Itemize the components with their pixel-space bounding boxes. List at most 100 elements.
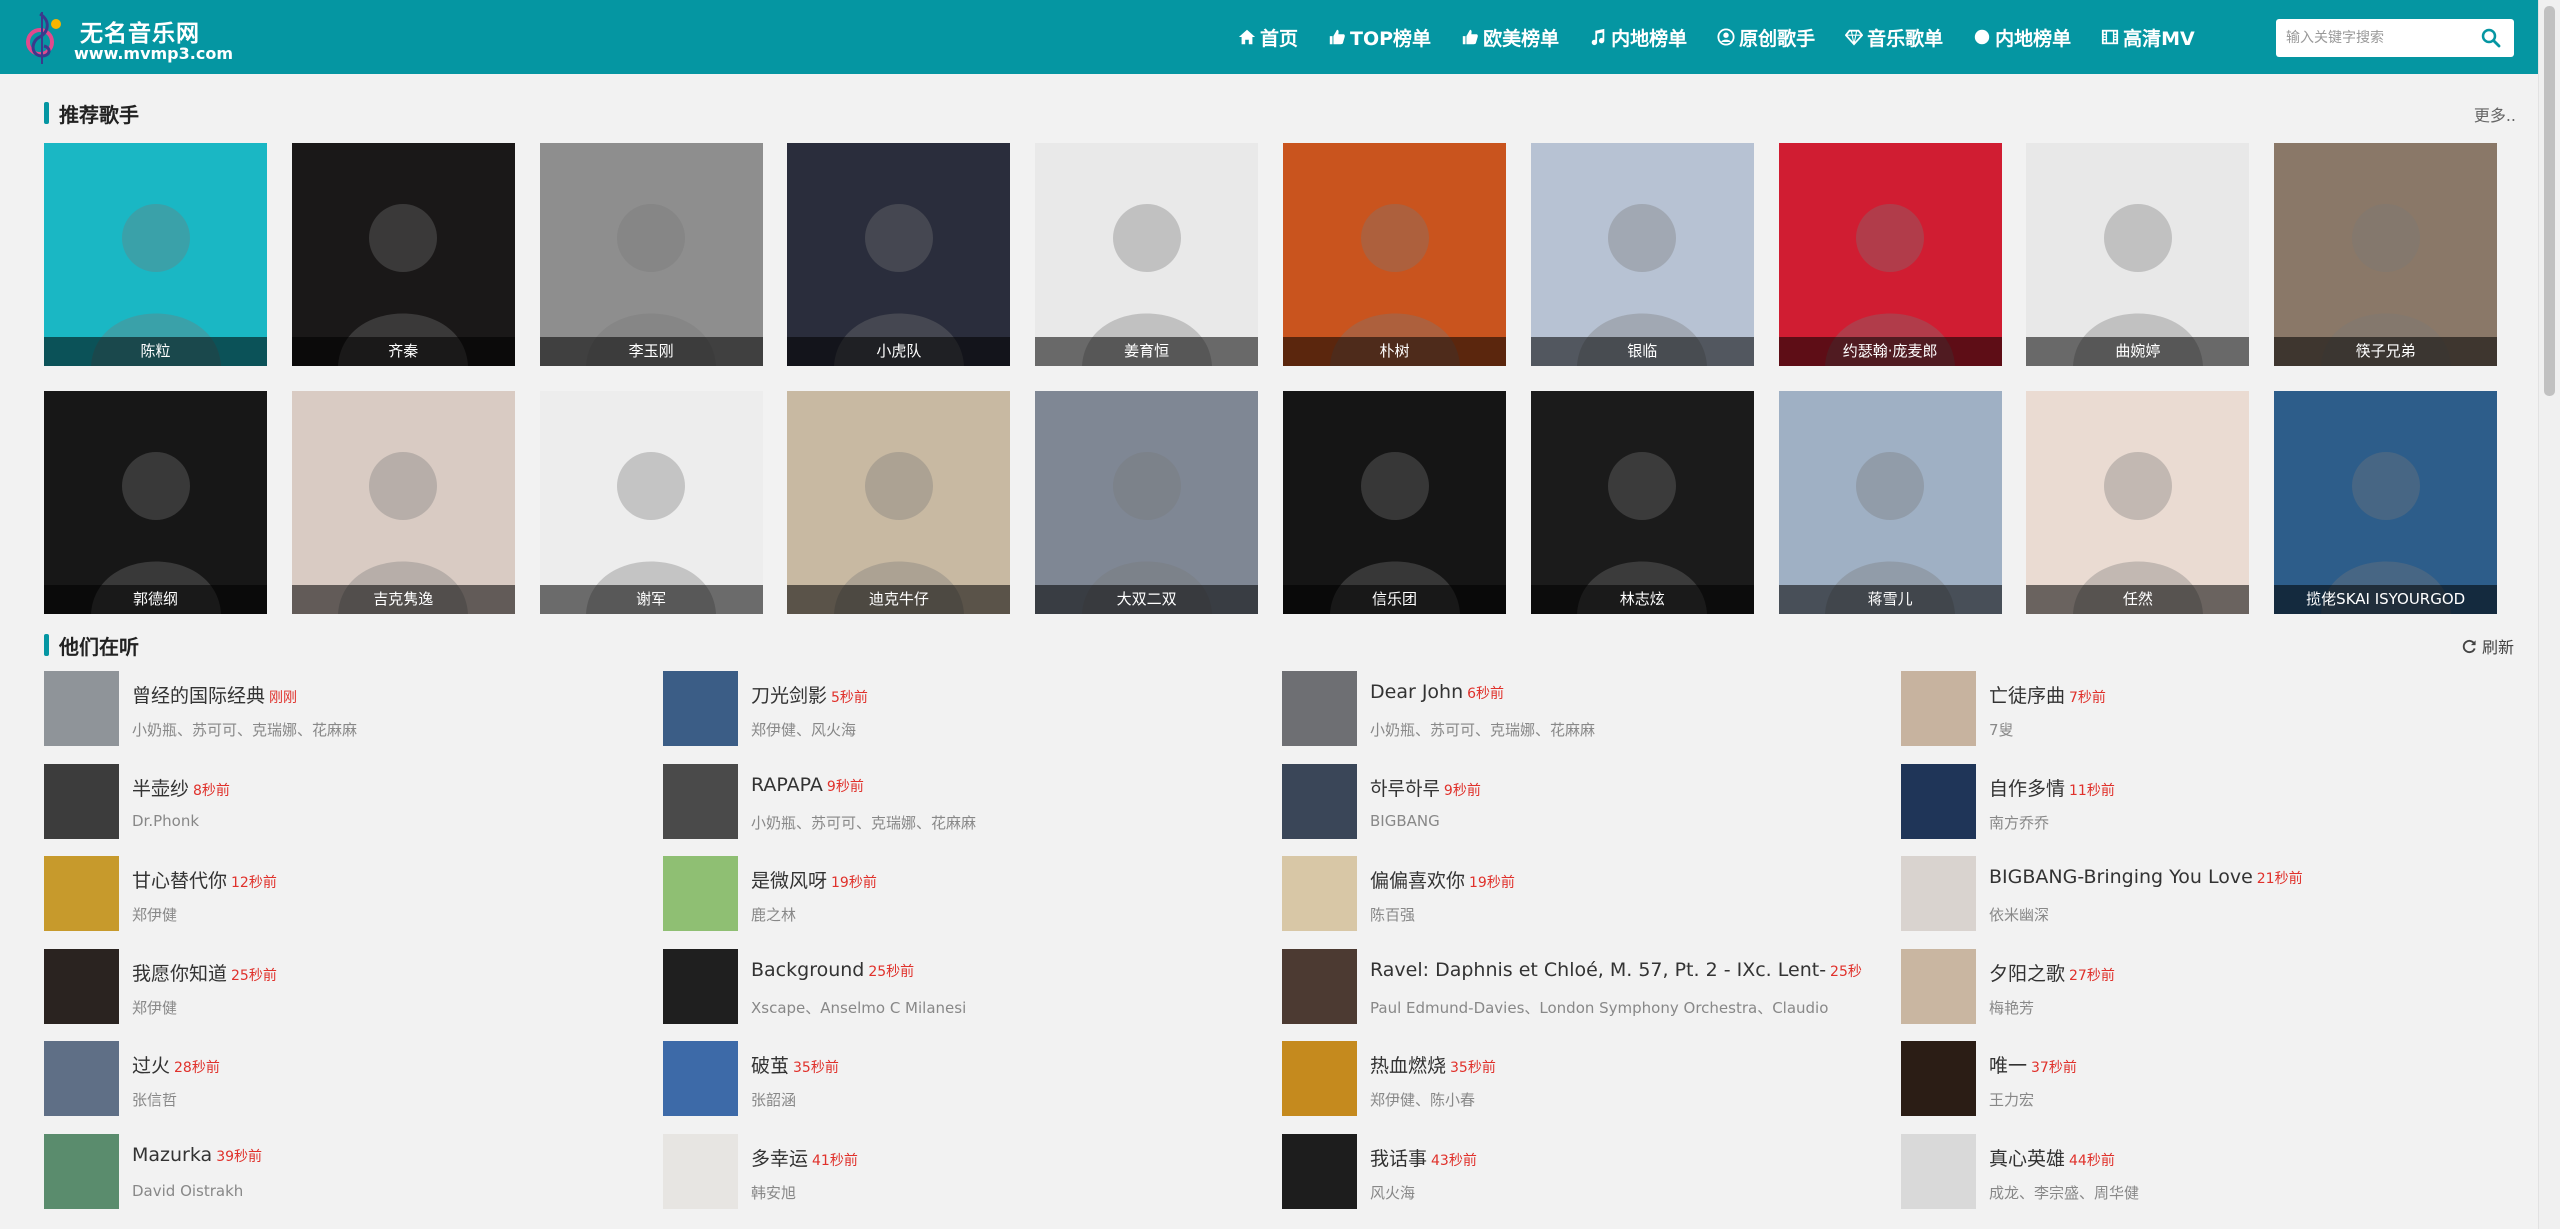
song-title[interactable]: 偏偏喜欢你 [1370, 866, 1465, 893]
listening-item[interactable]: 亡徒序曲 7秒前 7叟 [1901, 671, 2491, 747]
artist-name[interactable]: 南方乔乔 [1989, 812, 2489, 833]
search-button[interactable] [2472, 20, 2510, 56]
song-title[interactable]: 曾经的国际经典 [132, 681, 265, 708]
nav-original-singers[interactable]: 原创歌手 [1717, 24, 1815, 51]
singer-card[interactable]: 曲婉婷 [2026, 143, 2250, 366]
artist-name[interactable]: Paul Edmund-Davies、London Symphony Orche… [1370, 997, 1870, 1018]
song-title[interactable]: 自作多情 [1989, 774, 2065, 801]
nav-hd-mv[interactable]: 高清MV [2101, 24, 2195, 51]
refresh-button[interactable]: 刷新 [2462, 634, 2514, 658]
song-title[interactable]: 我话事 [1370, 1144, 1427, 1171]
listening-item[interactable]: 刀光剑影 5秒前 郑伊健、风火海 [663, 671, 1253, 747]
singer-card[interactable]: 齐秦 [291, 143, 515, 366]
artist-name[interactable]: 风火海 [1370, 1182, 1870, 1203]
singer-card[interactable]: 小虎队 [787, 143, 1011, 366]
artist-name[interactable]: BIGBANG [1370, 812, 1870, 830]
song-title[interactable]: 刀光剑影 [751, 681, 827, 708]
nav-home[interactable]: 首页 [1238, 24, 1298, 51]
listening-item[interactable]: Dear John 6秒前 小奶瓶、苏可可、克瑞娜、花麻麻 [1282, 671, 1872, 747]
listening-item[interactable]: 偏偏喜欢你 19秒前 陈百强 [1282, 856, 1872, 932]
singer-card[interactable]: 姜育恒 [1035, 143, 1259, 366]
listening-item[interactable]: 过火 28秒前 张信哲 [44, 1041, 634, 1117]
listening-item[interactable]: 半壶纱 8秒前 Dr.Phonk [44, 763, 634, 840]
song-title[interactable]: 是微风呀 [751, 866, 827, 893]
listening-item[interactable]: 唯一 37秒前 王力宏 [1901, 1041, 2491, 1117]
song-title[interactable]: RAPAPA [751, 774, 823, 796]
song-title[interactable]: Ravel: Daphnis et Chloé, M. 57, Pt. 2 - … [1370, 959, 1826, 981]
artist-name[interactable]: 王力宏 [1989, 1089, 2489, 1110]
song-title[interactable]: Dear John [1370, 681, 1463, 703]
artist-name[interactable]: 陈百强 [1370, 904, 1870, 925]
listening-item[interactable]: 破茧 35秒前 张韶涵 [663, 1041, 1253, 1117]
search-input[interactable] [2276, 20, 2472, 56]
nav-playlists[interactable]: 音乐歌单 [1845, 24, 1943, 51]
singer-card[interactable]: 陈粒 [44, 143, 267, 366]
singer-card[interactable]: 信乐团 [1283, 391, 1506, 614]
singer-card[interactable]: 蒋雪儿 [1778, 391, 2002, 614]
listening-item[interactable]: 多幸运 41秒前 韩安旭 [663, 1134, 1253, 1210]
artist-name[interactable]: 郑伊健、陈小春 [1370, 1089, 1870, 1110]
artist-name[interactable]: Dr.Phonk [132, 812, 632, 830]
listening-item[interactable]: 自作多情 11秒前 南方乔乔 [1901, 763, 2491, 840]
singer-card[interactable]: 李玉刚 [539, 143, 763, 366]
song-title[interactable]: 过火 [132, 1051, 170, 1078]
artist-name[interactable]: David Oistrakh [132, 1182, 632, 1200]
listening-item[interactable]: Ravel: Daphnis et Chloé, M. 57, Pt. 2 - … [1282, 948, 1872, 1025]
singer-card[interactable]: 任然 [2026, 391, 2250, 614]
song-title[interactable]: 하루하루 [1370, 774, 1440, 801]
page-scrollbar[interactable] [2538, 0, 2560, 1229]
singer-card[interactable]: 银临 [1530, 143, 1754, 366]
listening-item[interactable]: 하루하루 9秒前 BIGBANG [1282, 763, 1872, 840]
singer-card[interactable]: 筷子兄弟 [2274, 143, 2498, 366]
song-title[interactable]: Background [751, 959, 864, 981]
nav-mainland-chart[interactable]: 内地榜单 [1589, 24, 1687, 51]
song-title[interactable]: 热血燃烧 [1370, 1051, 1446, 1078]
site-logo[interactable]: 无名音乐网 www.mvmp3.com [26, 8, 233, 68]
singer-card[interactable]: 谢军 [539, 391, 763, 614]
artist-name[interactable]: 小奶瓶、苏可可、克瑞娜、花麻麻 [1370, 719, 1870, 740]
singer-card[interactable]: 郭德纲 [44, 391, 267, 614]
artist-name[interactable]: 郑伊健 [132, 904, 632, 925]
artist-name[interactable]: 郑伊健、风火海 [751, 719, 1251, 740]
more-singers-link[interactable]: 更多.. [2474, 102, 2516, 126]
song-title[interactable]: 破茧 [751, 1051, 789, 1078]
song-title[interactable]: 夕阳之歌 [1989, 959, 2065, 986]
artist-name[interactable]: 7叟 [1989, 719, 2489, 740]
singer-card[interactable]: 林志炫 [1530, 391, 1754, 614]
listening-item[interactable]: RAPAPA 9秒前 小奶瓶、苏可可、克瑞娜、花麻麻 [663, 763, 1253, 840]
artist-name[interactable]: Xscape、Anselmo C Milanesi [751, 997, 1251, 1018]
artist-name[interactable]: 张信哲 [132, 1089, 632, 1110]
song-title[interactable]: 亡徒序曲 [1989, 681, 2065, 708]
singer-card[interactable]: 迪克牛仔 [787, 391, 1011, 614]
singer-card[interactable]: 吉克隽逸 [291, 391, 515, 614]
artist-name[interactable]: 梅艳芳 [1989, 997, 2489, 1018]
listening-item[interactable]: 是微风呀 19秒前 鹿之林 [663, 856, 1253, 932]
artist-name[interactable]: 鹿之林 [751, 904, 1251, 925]
singer-card[interactable]: 揽佬SKAI ISYOURGOD [2274, 391, 2498, 614]
listening-item[interactable]: Mazurka 39秒前 David Oistrakh [44, 1134, 634, 1210]
artist-name[interactable]: 成龙、李宗盛、周华健 [1989, 1182, 2489, 1203]
song-title[interactable]: 真心英雄 [1989, 1144, 2065, 1171]
listening-item[interactable]: Background 25秒前 Xscape、Anselmo C Milanesi [663, 948, 1253, 1025]
song-title[interactable]: BIGBANG-Bringing You Love [1989, 866, 2253, 888]
nav-mainland-chart-2[interactable]: 内地榜单 [1973, 24, 2071, 51]
song-title[interactable]: 我愿你知道 [132, 959, 227, 986]
nav-western-chart[interactable]: 欧美榜单 [1461, 24, 1559, 51]
singer-card[interactable]: 大双二双 [1035, 391, 1259, 614]
listening-item[interactable]: 夕阳之歌 27秒前 梅艳芳 [1901, 948, 2491, 1025]
listening-item[interactable]: BIGBANG-Bringing You Love 21秒前 依米幽深 [1901, 856, 2491, 932]
artist-name[interactable]: 小奶瓶、苏可可、克瑞娜、花麻麻 [751, 812, 1251, 833]
song-title[interactable]: 多幸运 [751, 1144, 808, 1171]
song-title[interactable]: 甘心替代你 [132, 866, 227, 893]
song-title[interactable]: Mazurka [132, 1144, 212, 1166]
singer-card[interactable]: 朴树 [1283, 143, 1506, 366]
listening-item[interactable]: 曾经的国际经典 刚刚 小奶瓶、苏可可、克瑞娜、花麻麻 [44, 671, 634, 747]
nav-top-chart[interactable]: TOP榜单 [1328, 24, 1431, 51]
listening-item[interactable]: 我话事 43秒前 风火海 [1282, 1134, 1872, 1210]
listening-item[interactable]: 甘心替代你 12秒前 郑伊健 [44, 856, 634, 932]
artist-name[interactable]: 依米幽深 [1989, 904, 2489, 925]
artist-name[interactable]: 张韶涵 [751, 1089, 1251, 1110]
artist-name[interactable]: 韩安旭 [751, 1182, 1251, 1203]
artist-name[interactable]: 郑伊健 [132, 997, 632, 1018]
listening-item[interactable]: 我愿你知道 25秒前 郑伊健 [44, 948, 634, 1025]
